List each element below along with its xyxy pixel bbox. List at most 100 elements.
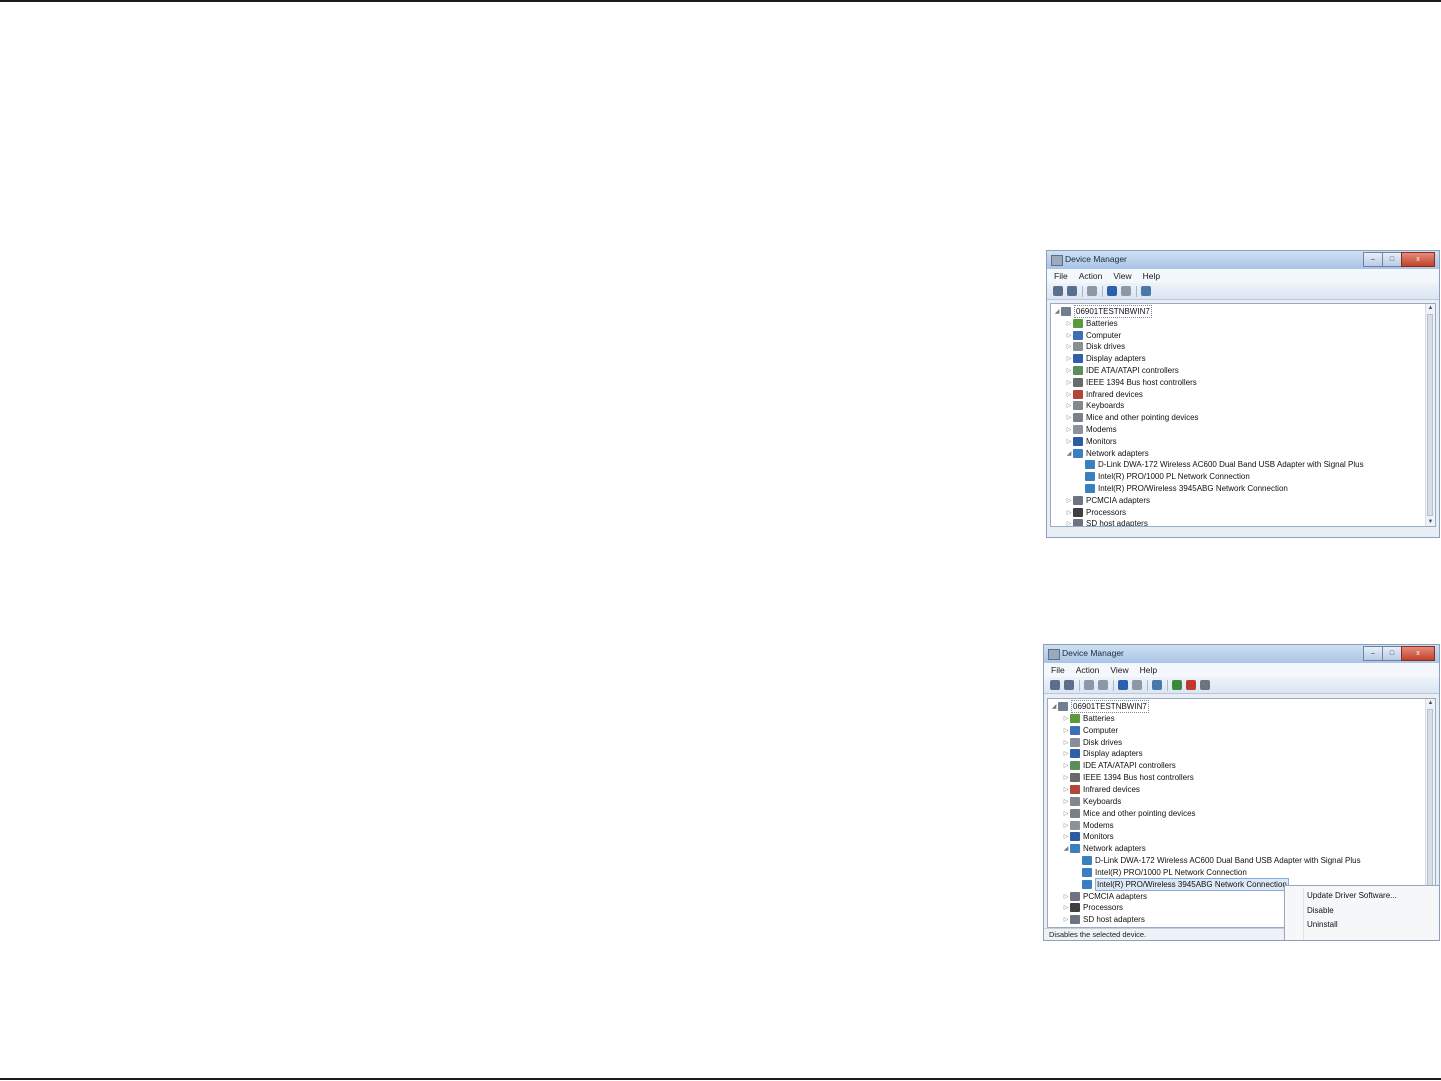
expand-arrow-icon[interactable]: ◢	[1053, 308, 1061, 315]
expand-arrow-icon[interactable]: ▷	[1062, 786, 1070, 793]
close-button[interactable]: x	[1401, 646, 1435, 661]
tree-item[interactable]: ▷ Batteries	[1062, 713, 1115, 724]
expand-arrow-icon[interactable]: ▷	[1065, 379, 1073, 386]
tree-item[interactable]: ▷ Infrared devices	[1065, 389, 1143, 400]
tree-item[interactable]: ▷ SD host adapters	[1065, 518, 1148, 526]
tree-item[interactable]: ▷ Monitors	[1065, 436, 1117, 447]
menu-file[interactable]: File	[1051, 665, 1065, 675]
tree-item[interactable]: Intel(R) PRO/Wireless 3945ABG Network Co…	[1074, 877, 1289, 891]
tree-item[interactable]: Intel(R) PRO/1000 PL Network Connection	[1077, 471, 1250, 482]
uninstall-menu-item[interactable]: Uninstall	[1307, 920, 1338, 929]
tree-item[interactable]: ▷ PCMCIA adapters	[1062, 891, 1147, 902]
tree-item[interactable]: ▷ Processors	[1062, 902, 1123, 913]
scroll-thumb[interactable]	[1427, 314, 1433, 516]
help-icon[interactable]	[1107, 286, 1117, 296]
expand-arrow-icon[interactable]: ▷	[1062, 916, 1070, 923]
tree-item[interactable]: ▷ Display adapters	[1065, 353, 1146, 364]
tree-item[interactable]: ▷ Mice and other pointing devices	[1062, 808, 1196, 819]
tree-item[interactable]: ▷ Infrared devices	[1062, 784, 1140, 795]
tree-item[interactable]: Intel(R) PRO/1000 PL Network Connection	[1074, 867, 1247, 878]
menu-view[interactable]: View	[1110, 665, 1128, 675]
tree-item[interactable]: ▷ Processors	[1065, 507, 1126, 518]
expand-arrow-icon[interactable]: ▷	[1062, 715, 1070, 722]
expand-arrow-icon[interactable]: ▷	[1062, 893, 1070, 900]
properties-icon[interactable]	[1121, 286, 1131, 296]
show-hide-console-tree-icon[interactable]	[1087, 286, 1097, 296]
tree-item[interactable]: ▷ IEEE 1394 Bus host controllers	[1065, 377, 1197, 388]
tree-item[interactable]: ▷ Disk drives	[1062, 737, 1122, 748]
expand-arrow-icon[interactable]: ▷	[1065, 320, 1073, 327]
expand-arrow-icon[interactable]: ▷	[1065, 426, 1073, 433]
tree-item[interactable]: ▷ Disk drives	[1065, 341, 1125, 352]
expand-arrow-icon[interactable]: ▷	[1065, 332, 1073, 339]
menu-file[interactable]: File	[1054, 271, 1068, 281]
title-bar[interactable]: Device Manager – □ x	[1047, 251, 1439, 269]
expand-arrow-icon[interactable]: ▷	[1062, 810, 1070, 817]
tree-item[interactable]: ▷ Modems	[1062, 820, 1114, 831]
scan-hardware-icon[interactable]	[1141, 286, 1151, 296]
close-button[interactable]: x	[1401, 252, 1435, 267]
scroll-down-icon[interactable]: ▼	[1426, 518, 1435, 526]
properties-icon[interactable]	[1132, 680, 1142, 690]
disable-menu-item[interactable]: Disable	[1307, 906, 1334, 915]
minimize-button[interactable]: –	[1363, 252, 1383, 267]
expand-arrow-icon[interactable]: ▷	[1065, 509, 1073, 516]
tree-item[interactable]: Intel(R) PRO/Wireless 3945ABG Network Co…	[1077, 483, 1288, 494]
expand-arrow-icon[interactable]: ▷	[1062, 727, 1070, 734]
forward-icon[interactable]	[1064, 680, 1074, 690]
expand-arrow-icon[interactable]: ◢	[1062, 845, 1070, 852]
tree-item[interactable]: D-Link DWA-172 Wireless AC600 Dual Band …	[1077, 459, 1364, 470]
tree-item[interactable]: ◢ 06901TESTNBWIN7	[1053, 305, 1152, 318]
menu-view[interactable]: View	[1113, 271, 1131, 281]
tree-item[interactable]: ▷ Keyboards	[1065, 400, 1124, 411]
expand-arrow-icon[interactable]: ▷	[1065, 367, 1073, 374]
tree-item[interactable]: ▷ Monitors	[1062, 831, 1114, 842]
title-bar[interactable]: Device Manager – □ x	[1044, 645, 1439, 663]
tree-item[interactable]: ▷ Mice and other pointing devices	[1065, 412, 1199, 423]
menu-action[interactable]: Action	[1079, 271, 1103, 281]
expand-arrow-icon[interactable]: ▷	[1065, 343, 1073, 350]
tree-item[interactable]: ▷ Keyboards	[1062, 796, 1121, 807]
tree-item[interactable]: ▷ Display adapters	[1062, 748, 1143, 759]
scan-hardware-icon[interactable]	[1152, 680, 1162, 690]
properties-page-icon[interactable]	[1098, 680, 1108, 690]
expand-arrow-icon[interactable]: ▷	[1065, 391, 1073, 398]
maximize-button[interactable]: □	[1382, 252, 1402, 267]
disable-icon[interactable]	[1200, 680, 1210, 690]
tree-item[interactable]: ◢ Network adapters	[1062, 843, 1146, 854]
expand-arrow-icon[interactable]: ▷	[1065, 497, 1073, 504]
expand-arrow-icon[interactable]: ▷	[1065, 402, 1073, 409]
back-icon[interactable]	[1053, 286, 1063, 296]
menu-help[interactable]: Help	[1143, 271, 1160, 281]
tree-item[interactable]: ▷ IDE ATA/ATAPI controllers	[1062, 760, 1176, 771]
update-driver-icon[interactable]	[1172, 680, 1182, 690]
scroll-up-icon[interactable]: ▲	[1426, 304, 1435, 312]
menu-help[interactable]: Help	[1140, 665, 1157, 675]
expand-arrow-icon[interactable]: ▷	[1062, 750, 1070, 757]
tree-item[interactable]: ▷ PCMCIA adapters	[1065, 495, 1150, 506]
forward-icon[interactable]	[1067, 286, 1077, 296]
tree-item[interactable]: D-Link DWA-172 Wireless AC600 Dual Band …	[1074, 855, 1361, 866]
uninstall-icon[interactable]	[1186, 680, 1196, 690]
show-hide-console-tree-icon[interactable]	[1084, 680, 1094, 690]
maximize-button[interactable]: □	[1382, 646, 1402, 661]
expand-arrow-icon[interactable]: ▷	[1062, 822, 1070, 829]
minimize-button[interactable]: –	[1363, 646, 1383, 661]
tree-item[interactable]: ▷ Computer	[1065, 330, 1121, 341]
expand-arrow-icon[interactable]: ▷	[1062, 739, 1070, 746]
tree-item[interactable]: ▷ IDE ATA/ATAPI controllers	[1065, 365, 1179, 376]
expand-arrow-icon[interactable]: ▷	[1062, 833, 1070, 840]
tree-item[interactable]: ▷ Batteries	[1065, 318, 1118, 329]
tree-item[interactable]: ▷ IEEE 1394 Bus host controllers	[1062, 772, 1194, 783]
expand-arrow-icon[interactable]: ▷	[1065, 438, 1073, 445]
expand-arrow-icon[interactable]: ◢	[1050, 703, 1058, 710]
expand-arrow-icon[interactable]: ▷	[1065, 520, 1073, 526]
tree-item[interactable]: ▷ SD host adapters	[1062, 914, 1145, 925]
expand-arrow-icon[interactable]: ▷	[1065, 414, 1073, 421]
tree-item[interactable]: ▷ Computer	[1062, 725, 1118, 736]
expand-arrow-icon[interactable]: ▷	[1062, 762, 1070, 769]
expand-arrow-icon[interactable]: ▷	[1062, 774, 1070, 781]
expand-arrow-icon[interactable]: ▷	[1065, 355, 1073, 362]
tree-item[interactable]: ◢ Network adapters	[1065, 448, 1149, 459]
scroll-up-icon[interactable]: ▲	[1426, 699, 1435, 707]
